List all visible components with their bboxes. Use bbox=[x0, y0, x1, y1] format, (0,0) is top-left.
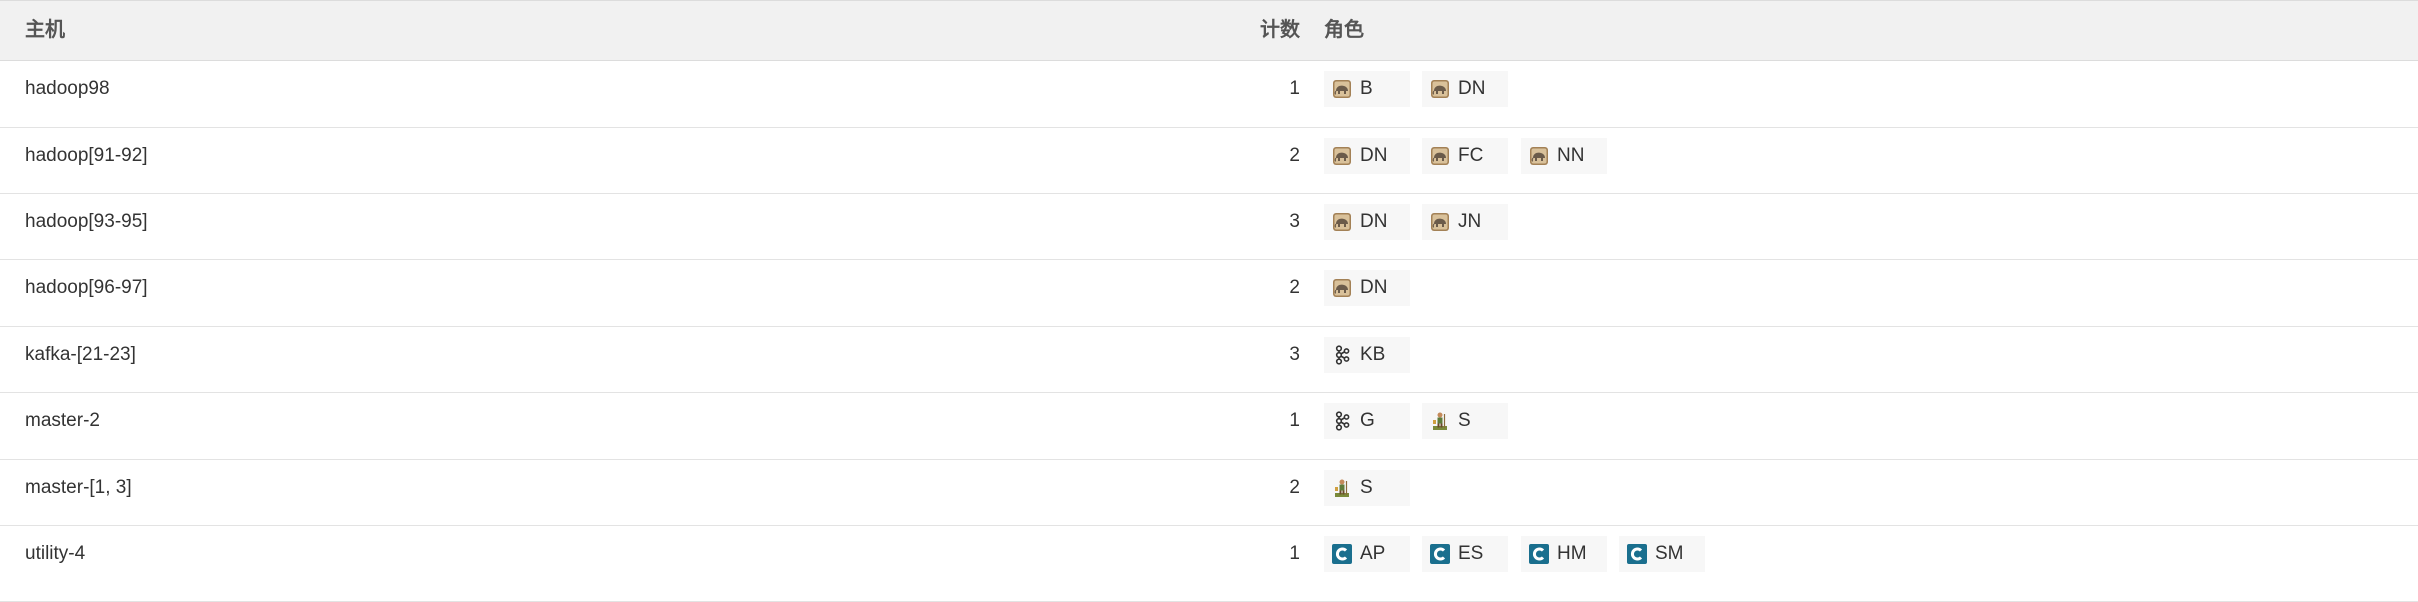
table-row[interactable]: hadoop[93-95] 3 DN JN bbox=[0, 194, 2418, 260]
host-count: 3 bbox=[1289, 344, 1300, 365]
hadoop-elephant-icon bbox=[1529, 146, 1549, 166]
role-badge[interactable]: KB bbox=[1324, 337, 1410, 373]
zookeeper-icon bbox=[1430, 411, 1450, 431]
host-name[interactable]: master-[1, 3] bbox=[25, 460, 132, 526]
kafka-icon bbox=[1332, 345, 1352, 365]
table-row[interactable]: hadoop[91-92] 2 DN FC NN bbox=[0, 128, 2418, 194]
host-count: 2 bbox=[1289, 477, 1300, 498]
role-badge[interactable]: DN bbox=[1422, 71, 1508, 107]
host-name[interactable]: hadoop[96-97] bbox=[25, 260, 148, 326]
role-badge[interactable]: S bbox=[1422, 403, 1508, 439]
host-count: 1 bbox=[1289, 410, 1300, 431]
cloudera-icon bbox=[1332, 544, 1352, 564]
cloudera-icon bbox=[1627, 544, 1647, 564]
role-label: JN bbox=[1458, 211, 1482, 232]
role-label: DN bbox=[1360, 145, 1388, 166]
host-name[interactable]: kafka-[21-23] bbox=[25, 327, 136, 393]
role-label: DN bbox=[1360, 211, 1388, 232]
role-label: DN bbox=[1458, 78, 1486, 99]
role-label: B bbox=[1360, 78, 1373, 99]
hadoop-elephant-icon bbox=[1430, 212, 1450, 232]
role-badge[interactable]: DN bbox=[1324, 138, 1410, 174]
role-label: FC bbox=[1458, 145, 1484, 166]
role-label: HM bbox=[1557, 543, 1587, 564]
hadoop-elephant-icon bbox=[1332, 146, 1352, 166]
host-name[interactable]: utility-4 bbox=[25, 526, 85, 592]
table-row[interactable]: master-2 1 G S bbox=[0, 393, 2418, 460]
role-badge[interactable]: HM bbox=[1521, 536, 1607, 572]
role-badge[interactable]: DN bbox=[1324, 270, 1410, 306]
hadoop-elephant-icon bbox=[1332, 212, 1352, 232]
column-header-count[interactable]: 计数 bbox=[1260, 1, 1300, 60]
cloudera-icon bbox=[1430, 544, 1450, 564]
hadoop-elephant-icon bbox=[1332, 278, 1352, 298]
cloudera-icon bbox=[1529, 544, 1549, 564]
hadoop-elephant-icon bbox=[1332, 79, 1352, 99]
zookeeper-icon bbox=[1332, 478, 1352, 498]
table-row[interactable]: hadoop98 1 B DN bbox=[0, 61, 2418, 128]
column-header-roles[interactable]: 角色 bbox=[1324, 1, 1364, 60]
role-badge[interactable]: B bbox=[1324, 71, 1410, 107]
kafka-icon bbox=[1332, 411, 1352, 431]
host-count: 1 bbox=[1289, 78, 1300, 99]
table-row[interactable]: master-[1, 3] 2 S bbox=[0, 460, 2418, 526]
role-label: DN bbox=[1360, 277, 1388, 298]
role-label: G bbox=[1360, 410, 1375, 431]
host-name[interactable]: hadoop[93-95] bbox=[25, 194, 148, 260]
host-name[interactable]: hadoop[91-92] bbox=[25, 128, 148, 194]
role-label: S bbox=[1360, 477, 1373, 498]
role-badge[interactable]: G bbox=[1324, 403, 1410, 439]
table-row[interactable]: utility-4 1 AP ES HM SM bbox=[0, 526, 2418, 602]
role-label: S bbox=[1458, 410, 1471, 431]
role-badge[interactable]: JN bbox=[1422, 204, 1508, 240]
column-header-host[interactable]: 主机 bbox=[25, 1, 65, 60]
host-count: 3 bbox=[1289, 211, 1300, 232]
table-row[interactable]: kafka-[21-23] 3 KB bbox=[0, 327, 2418, 393]
role-badge[interactable]: ES bbox=[1422, 536, 1508, 572]
role-badge[interactable]: NN bbox=[1521, 138, 1607, 174]
role-badge[interactable]: SM bbox=[1619, 536, 1705, 572]
hosts-roles-table: 主机 计数 角色 hadoop98 1 B DN hadoop[91-92] 2 DN FC N… bbox=[0, 0, 2418, 602]
role-label: NN bbox=[1557, 145, 1585, 166]
role-badge[interactable]: DN bbox=[1324, 204, 1410, 240]
host-name[interactable]: master-2 bbox=[25, 393, 100, 459]
table-row[interactable]: hadoop[96-97] 2 DN bbox=[0, 260, 2418, 327]
host-count: 1 bbox=[1289, 543, 1300, 564]
role-badge[interactable]: FC bbox=[1422, 138, 1508, 174]
table-header: 主机 计数 角色 bbox=[0, 0, 2418, 61]
hadoop-elephant-icon bbox=[1430, 79, 1450, 99]
host-name[interactable]: hadoop98 bbox=[25, 61, 110, 127]
role-label: SM bbox=[1655, 543, 1684, 564]
host-count: 2 bbox=[1289, 145, 1300, 166]
hadoop-elephant-icon bbox=[1430, 146, 1450, 166]
role-badge[interactable]: S bbox=[1324, 470, 1410, 506]
host-count: 2 bbox=[1289, 277, 1300, 298]
role-badge[interactable]: AP bbox=[1324, 536, 1410, 572]
role-label: AP bbox=[1360, 543, 1386, 564]
role-label: KB bbox=[1360, 344, 1386, 365]
role-label: ES bbox=[1458, 543, 1484, 564]
